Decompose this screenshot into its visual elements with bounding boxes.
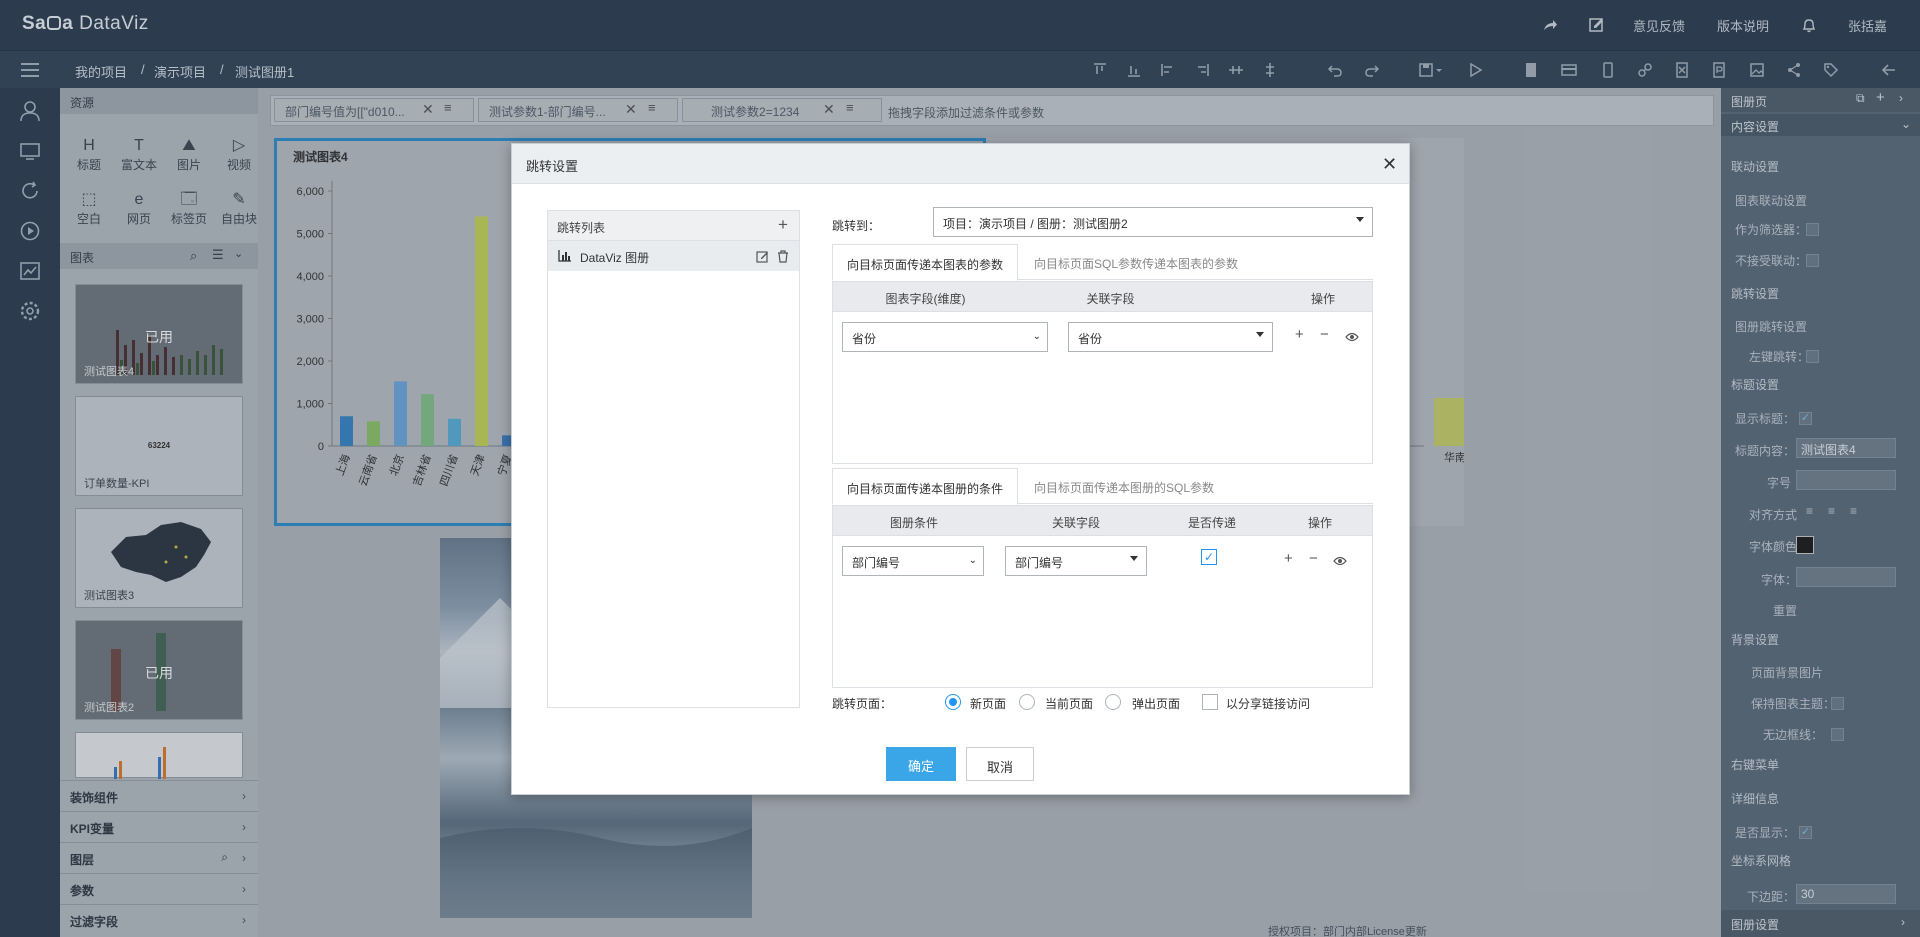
col-pass: 是否传递 [1187, 516, 1236, 530]
dialog-title: 跳转设置 [526, 159, 579, 174]
tab-chart-params[interactable]: 向目标页面传递本图表的参数 [832, 244, 1019, 281]
radio-popup-page-label: 弹出页面 [1132, 697, 1181, 711]
book-conditions-grid: 图册条件 关联字段 是否传递 操作 部门编号 ⌄ 部门编号 ✓ + − [832, 505, 1373, 688]
minus-icon[interactable]: − [1320, 326, 1329, 343]
book-condition-select[interactable]: 部门编号 ⌄ [842, 546, 984, 576]
share-link-label: 以分享链接访问 [1226, 697, 1311, 711]
radio-current-page[interactable] [1019, 694, 1035, 710]
cancel-button[interactable]: 取消 [966, 747, 1034, 781]
col-link-field: 关联字段 [1086, 292, 1135, 306]
plus-icon[interactable]: + [1295, 326, 1304, 343]
eye-icon[interactable] [1345, 332, 1359, 342]
param-tabs: 向目标页面传递本图表的参数 向目标页面SQL参数传递本图表的参数 [832, 244, 1373, 281]
chart-field-select[interactable]: 省份 ⌄ [842, 322, 1048, 352]
add-icon[interactable]: + [778, 215, 788, 235]
tab-sql-params[interactable]: 向目标页面SQL参数传递本图表的参数 [1020, 244, 1252, 281]
pass-checkbox[interactable]: ✓ [1201, 549, 1217, 565]
tab-book-sql-params[interactable]: 向目标页面传递本图册的SQL参数 [1020, 468, 1228, 505]
edit-icon[interactable] [756, 250, 769, 263]
col-chart-field: 图表字段(维度) [885, 292, 966, 306]
jump-list-header: 跳转列表 + [548, 211, 799, 241]
radio-current-page-label: 当前页面 [1045, 697, 1094, 711]
col-book-condition: 图册条件 [889, 516, 938, 530]
plus-icon[interactable]: + [1284, 550, 1293, 567]
radio-new-page-label: 新页面 [970, 697, 1007, 711]
link-field-select[interactable]: 部门编号 [1005, 546, 1147, 576]
jump-page-label: 跳转页面： [832, 697, 893, 711]
col-link-field: 关联字段 [1051, 516, 1100, 530]
dialog-header: 跳转设置 ✕ [512, 144, 1409, 184]
grid-header: 图表字段(维度) 关联字段 操作 [833, 282, 1372, 312]
col-ops: 操作 [1307, 516, 1332, 530]
col-ops: 操作 [1310, 292, 1335, 306]
delete-icon[interactable] [777, 250, 789, 263]
chart-params-grid: 图表字段(维度) 关联字段 操作 省份 ⌄ 省份 + − [832, 281, 1373, 464]
close-icon[interactable]: ✕ [1382, 154, 1397, 175]
jump-to-select[interactable]: 项目：演示项目 / 图册：测试图册2 [933, 207, 1373, 237]
tab-book-conditions[interactable]: 向目标页面传递本图册的条件 [832, 468, 1019, 505]
ok-button[interactable]: 确定 [886, 747, 956, 781]
jump-list-item[interactable]: DataViz 图册 [548, 241, 799, 271]
eye-icon[interactable] [1333, 556, 1347, 566]
share-link-checkbox[interactable] [1202, 694, 1218, 710]
radio-popup-page[interactable] [1105, 694, 1121, 710]
radio-new-page[interactable] [945, 694, 961, 710]
minus-icon[interactable]: − [1309, 550, 1318, 567]
grid-header: 图册条件 关联字段 是否传递 操作 [833, 506, 1372, 536]
bar-chart-icon [558, 250, 571, 262]
jump-to-label: 跳转到： [832, 219, 881, 233]
jump-settings-dialog: 跳转设置 ✕ 跳转列表 + DataViz 图册 跳转到： 项目：演示项目 / … [511, 143, 1410, 795]
link-field-select[interactable]: 省份 [1068, 322, 1273, 352]
jump-list: 跳转列表 + DataViz 图册 [547, 210, 800, 708]
jump-item-label: DataViz 图册 [580, 251, 650, 265]
condition-tabs: 向目标页面传递本图册的条件 向目标页面传递本图册的SQL参数 [832, 468, 1373, 505]
